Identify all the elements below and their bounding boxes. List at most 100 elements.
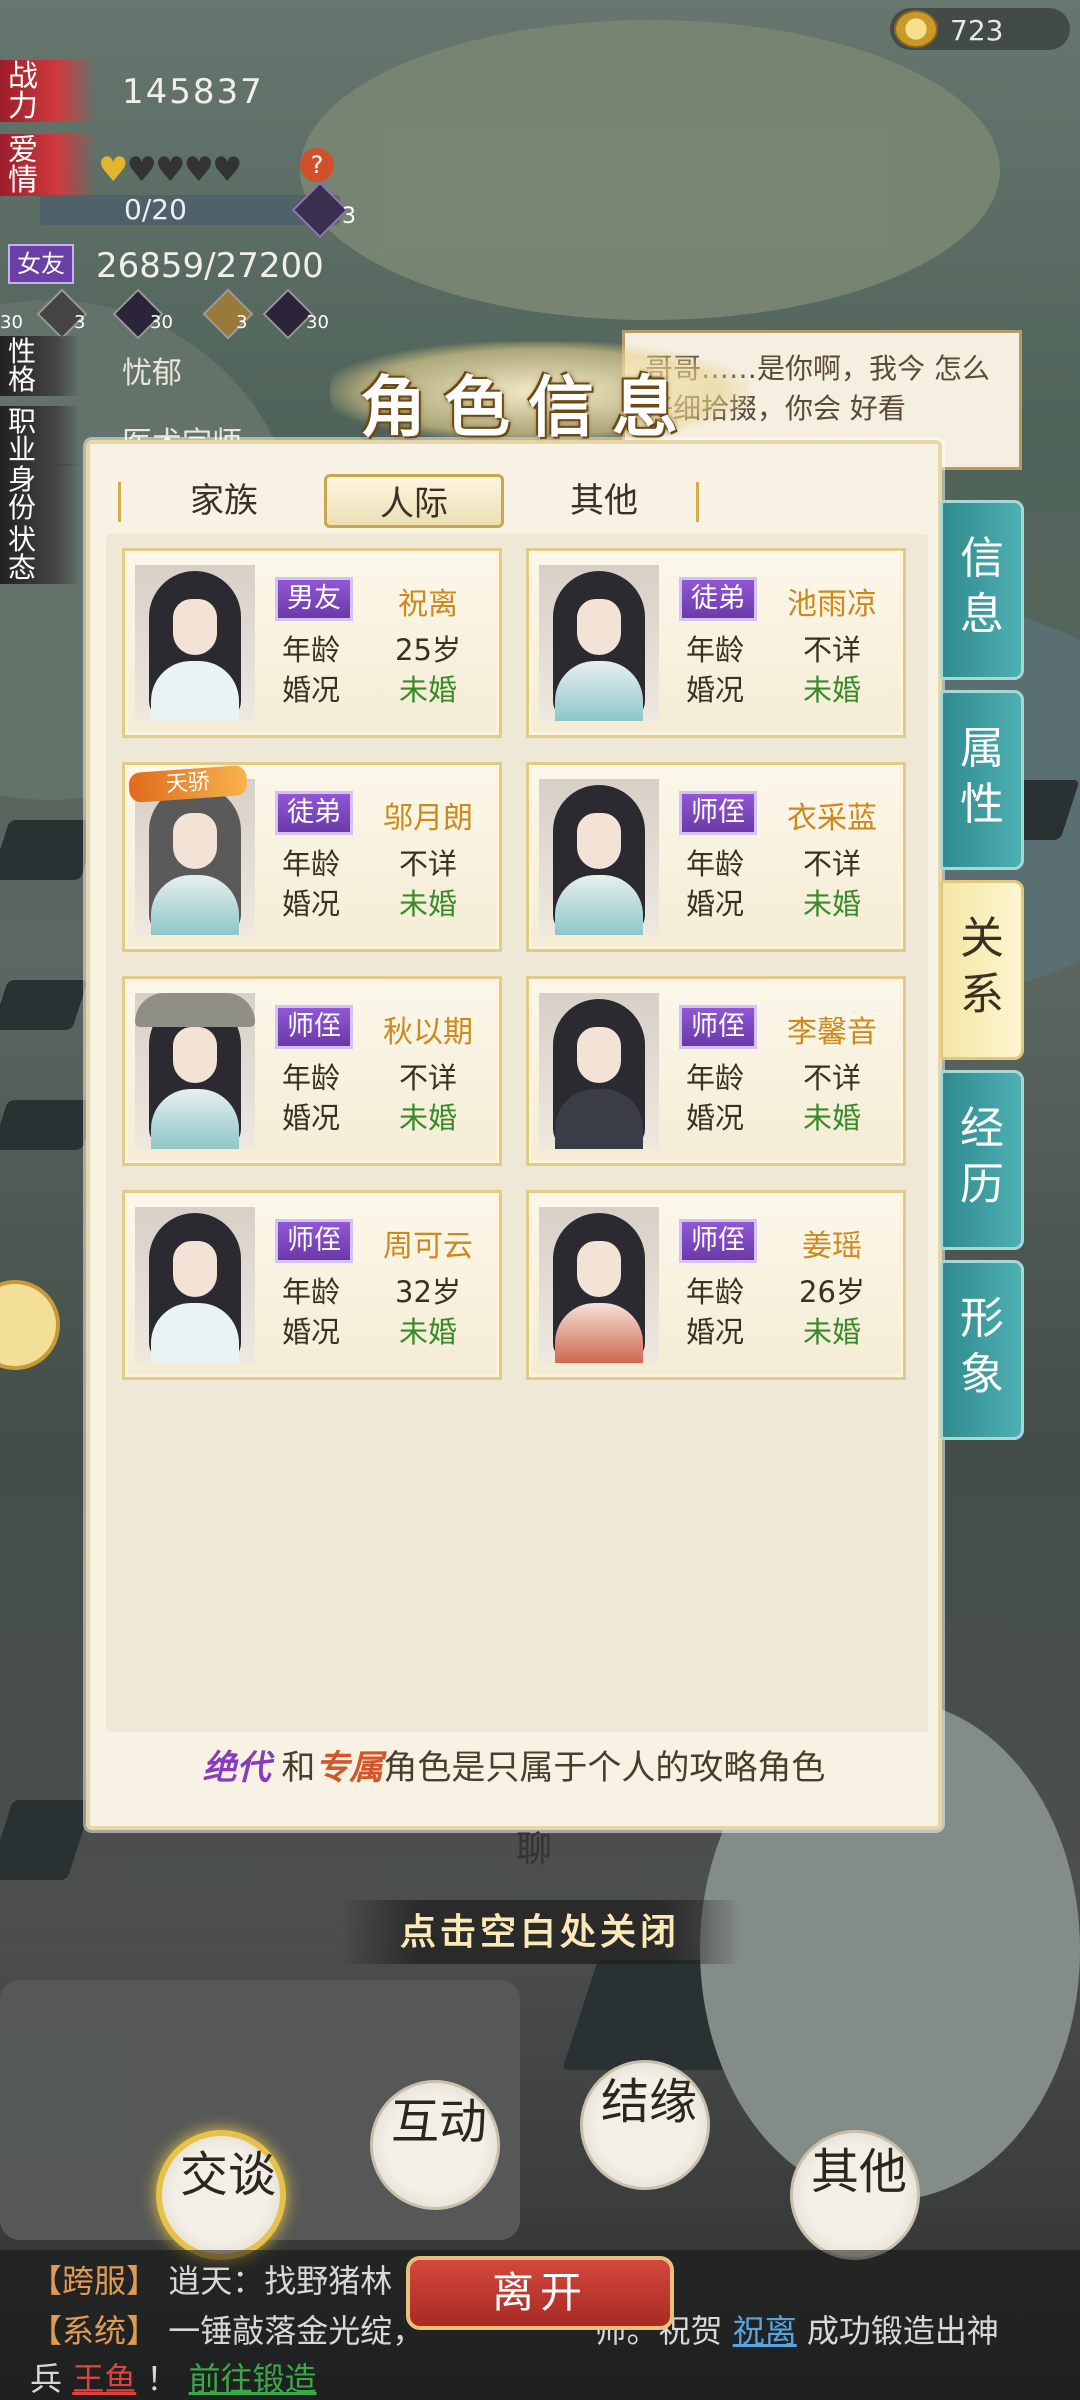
character-info-panel: 家族 人际 其他 男友 祝离 年龄 25岁 婚况 未婚 徒弟 池雨凉 年龄 不详… xyxy=(86,440,942,1830)
character-portrait xyxy=(135,993,255,1149)
girlfriend-label: 女友 xyxy=(8,244,74,284)
marital-label: 婚况 xyxy=(685,673,744,707)
trait-label: 身份 xyxy=(0,464,80,524)
character-card[interactable]: 天骄 徒弟 邬月朗 年龄 不详 婚况 未婚 xyxy=(122,762,502,952)
age-label: 年龄 xyxy=(281,1061,340,1095)
channel-tag: 【系统】 xyxy=(30,2312,159,2350)
interact-button[interactable]: 互动 xyxy=(370,2080,500,2210)
note-text: 角色是只属于个人的攻略角色 xyxy=(383,1748,826,1788)
character-portrait xyxy=(135,779,255,935)
relation-badge: 师侄 xyxy=(679,1219,757,1263)
side-tab-history[interactable]: 经历 xyxy=(940,1070,1024,1250)
character-name: 邬月朗 xyxy=(383,801,473,836)
age-label: 年龄 xyxy=(685,633,744,667)
side-tab-info[interactable]: 信息 xyxy=(940,500,1024,680)
power-value: 145837 xyxy=(122,72,264,112)
character-card[interactable]: 师侄 秋以期 年龄 不详 婚况 未婚 xyxy=(122,976,502,1166)
item-link[interactable]: 王鱼 xyxy=(72,2360,136,2398)
marital-label: 婚况 xyxy=(281,1315,340,1349)
character-name: 衣采蓝 xyxy=(787,801,877,836)
character-card[interactable]: 师侄 衣采蓝 年龄 不详 婚况 未婚 xyxy=(526,762,906,952)
age-label: 年龄 xyxy=(685,847,744,881)
character-card[interactable]: 师侄 姜瑶 年龄 26岁 婚况 未婚 xyxy=(526,1190,906,1380)
chat-label: 聊 xyxy=(516,1829,553,1870)
currency-bar: 723 xyxy=(890,8,1070,50)
heart-empty-icon: ♥ xyxy=(211,150,243,190)
heart-filled-icon: ♥ xyxy=(98,150,129,190)
age-label: 年龄 xyxy=(281,847,340,881)
character-card[interactable]: 师侄 李馨音 年龄 不详 婚况 未婚 xyxy=(526,976,906,1166)
age-value: 26岁 xyxy=(799,1275,865,1309)
teacup-coin-icon xyxy=(894,10,938,48)
character-name: 池雨凉 xyxy=(787,587,877,622)
trait-value: 忧郁 xyxy=(122,356,182,391)
character-card[interactable]: 师侄 周可云 年龄 32岁 婚况 未婚 xyxy=(122,1190,502,1380)
side-tab-appearance[interactable]: 形象 xyxy=(940,1260,1024,1440)
item-count: 3 xyxy=(236,312,248,333)
marital-label: 婚况 xyxy=(685,1315,744,1349)
character-name: 祝离 xyxy=(398,587,458,622)
tab-social[interactable]: 人际 xyxy=(324,474,504,528)
character-name: 周可云 xyxy=(383,1229,473,1264)
marital-value: 未婚 xyxy=(398,1315,457,1349)
peerless-tag: 绝代 xyxy=(202,1748,271,1788)
close-hint[interactable]: 点击空白处关闭 xyxy=(340,1900,740,1964)
age-value: 不详 xyxy=(802,1061,861,1095)
age-value: 32岁 xyxy=(395,1275,461,1309)
age-value: 25岁 xyxy=(395,633,461,667)
age-label: 年龄 xyxy=(281,633,340,667)
marital-label: 婚况 xyxy=(685,887,744,921)
trait-label: 职业 xyxy=(0,406,80,466)
chat-text: 兵 xyxy=(30,2360,63,2398)
love-label: 爱情 xyxy=(0,134,96,196)
trait-label: 状态 xyxy=(0,524,80,584)
marital-value: 未婚 xyxy=(398,887,457,921)
item-count: 30 xyxy=(306,312,329,333)
relation-badge: 师侄 xyxy=(275,1219,353,1263)
character-portrait xyxy=(135,1207,255,1363)
love-hearts: ♥♥♥♥♥ xyxy=(98,150,243,190)
marital-label: 婚况 xyxy=(685,1101,744,1135)
age-value: 不详 xyxy=(398,847,457,881)
talk-button[interactable]: 交谈 xyxy=(156,2130,286,2260)
bond-button[interactable]: 结缘 xyxy=(580,2060,710,2190)
leave-button[interactable]: 离开 xyxy=(406,2256,674,2330)
help-icon[interactable]: ? xyxy=(300,148,334,182)
character-card[interactable]: 徒弟 池雨凉 年龄 不详 婚况 未婚 xyxy=(526,548,906,738)
love-progress-text: 0/20 xyxy=(124,193,187,226)
marital-value: 未婚 xyxy=(398,1101,457,1135)
heart-empty-icon: ♥ xyxy=(183,150,214,190)
exclusive-role-note: 绝代 和专属角色是只属于个人的攻略角色 xyxy=(90,1740,938,1789)
age-label: 年龄 xyxy=(685,1275,744,1309)
side-tab-attributes[interactable]: 属性 xyxy=(940,690,1024,870)
exclusive-tag: 专属 xyxy=(315,1748,384,1788)
heart-empty-icon: ♥ xyxy=(154,150,186,190)
channel-tag: 【跨服】 xyxy=(30,2262,159,2300)
age-value: 不详 xyxy=(398,1061,457,1095)
chat-line: 兵 王鱼 ！ 前往锻造 xyxy=(30,2354,317,2400)
tab-family[interactable]: 家族 xyxy=(134,474,314,528)
chat-line: 【跨服】 逍天：找野猪林 xyxy=(30,2256,392,2302)
trait-label: 性格 xyxy=(0,336,80,396)
character-name: 姜瑶 xyxy=(802,1229,862,1264)
chat-text: 逍天：找野猪林 xyxy=(168,2262,393,2300)
marital-value: 未婚 xyxy=(802,1315,861,1349)
item-count: 3 xyxy=(74,312,86,333)
age-label: 年龄 xyxy=(685,1061,744,1095)
marital-label: 婚况 xyxy=(281,1101,340,1135)
character-portrait xyxy=(539,565,659,721)
character-card[interactable]: 男友 祝离 年龄 25岁 婚况 未婚 xyxy=(122,548,502,738)
other-button[interactable]: 其他 xyxy=(790,2130,920,2260)
side-tab-relations[interactable]: 关系 xyxy=(940,880,1024,1060)
tab-other[interactable]: 其他 xyxy=(514,474,694,528)
marital-value: 未婚 xyxy=(802,887,861,921)
character-portrait xyxy=(539,779,659,935)
age-value: 不详 xyxy=(802,633,861,667)
player-link[interactable]: 祝离 xyxy=(733,2312,797,2350)
relation-tabs: 家族 人际 其他 xyxy=(118,474,699,528)
relation-badge: 师侄 xyxy=(275,1005,353,1049)
character-name: 秋以期 xyxy=(383,1015,473,1050)
heart-empty-icon: ♥ xyxy=(126,150,157,190)
marital-value: 未婚 xyxy=(802,673,861,707)
forge-link[interactable]: 前往锻造 xyxy=(189,2360,317,2398)
